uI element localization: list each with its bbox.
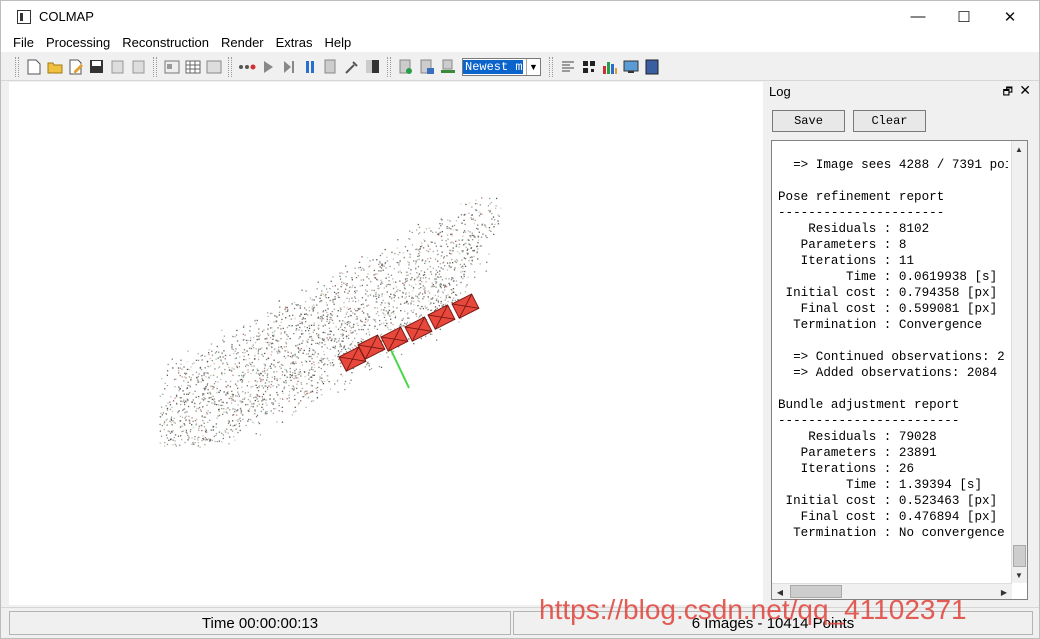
- grab-movie-icon[interactable]: [417, 57, 436, 76]
- step-reconstruction-icon[interactable]: [258, 57, 277, 76]
- menu-bar: File Processing Reconstruction Render Ex…: [1, 32, 1039, 52]
- grab-image-icon[interactable]: [396, 57, 415, 76]
- export-model-icon[interactable]: [129, 57, 148, 76]
- menu-file[interactable]: File: [7, 35, 40, 50]
- new-project-icon[interactable]: [24, 57, 43, 76]
- point-cloud: [159, 197, 502, 448]
- log-title: Log: [769, 84, 791, 99]
- log-text: => Image sees 4288 / 7391 points Pose re…: [778, 158, 1008, 540]
- undistort-icon[interactable]: [558, 57, 577, 76]
- menu-processing[interactable]: Processing: [40, 35, 116, 50]
- watermark-url: https://blog.csdn.net/qq_41102371: [539, 594, 967, 625]
- scroll-down-icon[interactable]: ▼: [1011, 567, 1027, 583]
- scroll-right-icon[interactable]: ▶: [996, 584, 1012, 599]
- toolbar-grip[interactable]: [387, 56, 391, 77]
- dense-reconstruction-icon[interactable]: [342, 57, 361, 76]
- green-axis-line: [390, 349, 410, 389]
- scroll-up-icon[interactable]: ▲: [1011, 141, 1027, 157]
- camera-frustum[interactable]: [404, 316, 433, 342]
- close-button[interactable]: ✕: [987, 1, 1033, 32]
- statistics-icon[interactable]: [600, 57, 619, 76]
- status-time: Time 00:00:00:13: [9, 611, 511, 635]
- float-dock-icon[interactable]: 🗗: [1003, 83, 1013, 102]
- toolbar-grip[interactable]: [549, 56, 553, 77]
- qr-icon[interactable]: [579, 57, 598, 76]
- app-icon: [17, 9, 31, 24]
- menu-extras[interactable]: Extras: [270, 35, 319, 50]
- camera-frustum[interactable]: [451, 293, 480, 319]
- toolbar-grip[interactable]: [15, 56, 19, 77]
- log-clear-button[interactable]: Clear: [853, 110, 926, 132]
- close-dock-icon[interactable]: ✕: [1019, 82, 1031, 99]
- vertical-scroll-thumb[interactable]: [1013, 545, 1026, 567]
- log-icon[interactable]: [438, 57, 457, 76]
- save-project-icon[interactable]: [87, 57, 106, 76]
- camera-frustum[interactable]: [427, 304, 456, 330]
- screenshot-icon[interactable]: [621, 57, 640, 76]
- feature-matching-icon[interactable]: [183, 57, 202, 76]
- movie-icon[interactable]: [642, 57, 661, 76]
- toolbar: Newest m ▼: [1, 53, 1039, 81]
- import-model-icon[interactable]: [108, 57, 127, 76]
- pause-reconstruction-icon[interactable]: [279, 57, 298, 76]
- edit-project-icon[interactable]: [66, 57, 85, 76]
- start-reconstruction-icon[interactable]: [237, 57, 256, 76]
- title-bar: COLMAP — ☐ ✕: [1, 1, 1039, 32]
- feature-extraction-icon[interactable]: [162, 57, 181, 76]
- menu-render[interactable]: Render: [215, 35, 270, 50]
- log-save-button[interactable]: Save: [772, 110, 845, 132]
- camera-frustum[interactable]: [380, 326, 409, 352]
- model-viewer[interactable]: [9, 82, 763, 605]
- chevron-down-icon[interactable]: ▼: [526, 58, 540, 75]
- render-options-icon[interactable]: [363, 57, 382, 76]
- bundle-adjustment-icon[interactable]: [321, 57, 340, 76]
- database-management-icon[interactable]: [204, 57, 223, 76]
- point-cloud-canvas[interactable]: [9, 82, 763, 605]
- toolbar-grip[interactable]: [228, 56, 232, 77]
- reset-reconstruction-icon[interactable]: [300, 57, 319, 76]
- toolbar-grip[interactable]: [153, 56, 157, 77]
- log-dock: Log 🗗 ✕ Save Clear => Image sees 4288 / …: [764, 82, 1039, 605]
- log-text-area[interactable]: => Image sees 4288 / 7391 points Pose re…: [771, 140, 1028, 600]
- menu-reconstruction[interactable]: Reconstruction: [116, 35, 215, 50]
- maximize-button[interactable]: ☐: [941, 1, 987, 32]
- camera-selection-combo[interactable]: Newest m ▼: [462, 57, 541, 76]
- menu-help[interactable]: Help: [318, 35, 357, 50]
- minimize-button[interactable]: —: [895, 1, 941, 32]
- combo-selected-value: Newest m: [463, 59, 523, 74]
- log-vertical-scrollbar[interactable]: ▲ ▼: [1011, 141, 1027, 583]
- open-project-icon[interactable]: [45, 57, 64, 76]
- window-title: COLMAP: [39, 9, 94, 24]
- colmap-window: COLMAP — ☐ ✕ File Processing Reconstruct…: [0, 0, 1040, 639]
